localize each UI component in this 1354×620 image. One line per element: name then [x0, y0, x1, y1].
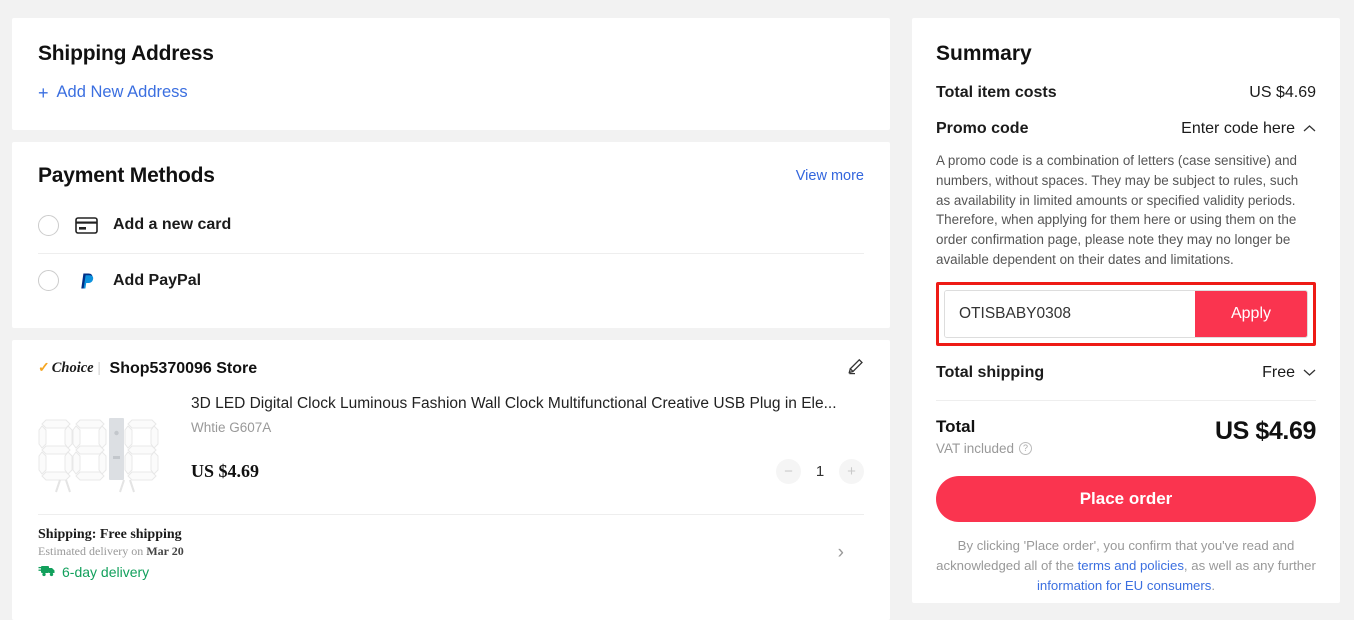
total-item-costs-row: Total item costs US $4.69	[936, 84, 1316, 102]
vat-note: VAT included ?	[936, 441, 1032, 456]
terms-suffix: .	[1211, 578, 1215, 593]
summary-card: Summary Total item costs US $4.69 Promo …	[912, 18, 1340, 603]
choice-badge-label: Choice	[52, 360, 94, 377]
estimated-delivery-date: Mar 20	[146, 544, 183, 558]
vat-label: VAT included	[936, 441, 1014, 456]
payment-methods-header: Payment Methods View more	[38, 164, 864, 188]
quantity-increase-button[interactable]: +	[839, 459, 864, 484]
store-left: ✓ Choice | Shop5370096 Store	[38, 360, 257, 378]
store-name[interactable]: Shop5370096 Store	[110, 360, 258, 378]
apply-promo-button[interactable]: Apply	[1195, 291, 1307, 337]
chevron-down-icon	[1303, 364, 1316, 382]
credit-card-icon	[73, 215, 99, 235]
total-shipping-toggle[interactable]: Free	[1262, 364, 1316, 382]
radio-new-card[interactable]	[38, 215, 59, 236]
summary-title: Summary	[936, 42, 1316, 66]
promo-code-input[interactable]	[945, 291, 1195, 337]
shipping-method: Shipping: Free shipping	[38, 527, 184, 543]
product-price: US $4.69	[191, 461, 259, 482]
product-shipping-row[interactable]: Shipping: Free shipping Estimated delive…	[38, 514, 864, 594]
edit-pencil-icon[interactable]	[847, 358, 864, 380]
choice-badge: ✓ Choice |	[38, 360, 101, 377]
add-new-address-label: Add New Address	[57, 83, 188, 102]
terms-middle: , as well as any further	[1184, 558, 1316, 573]
total-row: Total VAT included ? US $4.69	[936, 417, 1316, 456]
left-column: Shipping Address + Add New Address Payme…	[12, 18, 890, 620]
summary-divider	[936, 400, 1316, 401]
check-icon: ✓	[38, 360, 50, 377]
eu-consumers-link[interactable]: information for EU consumers	[1037, 578, 1211, 593]
plus-icon: +	[38, 84, 49, 102]
product-variant: Whtie G607A	[191, 420, 864, 435]
delivery-speed-label: 6-day delivery	[62, 564, 149, 580]
payment-method-new-card[interactable]: Add a new card	[38, 198, 864, 253]
product-item-row: 3D LED Digital Clock Luminous Fashion Wa…	[38, 386, 864, 500]
promo-code-input-group: Apply	[944, 290, 1308, 338]
payment-method-label: Add a new card	[113, 216, 231, 234]
estimated-delivery: Estimated delivery on Mar 20	[38, 544, 184, 559]
payment-methods-title: Payment Methods	[38, 164, 215, 188]
place-order-button[interactable]: Place order	[936, 476, 1316, 522]
right-column: Summary Total item costs US $4.69 Promo …	[912, 18, 1340, 620]
total-item-costs-value: US $4.69	[1249, 84, 1316, 102]
product-price-row: US $4.69 − 1 +	[191, 459, 864, 484]
checkout-page: Shipping Address + Add New Address Payme…	[0, 0, 1354, 620]
promo-code-highlight-box: Apply	[936, 282, 1316, 346]
terms-and-policies-link[interactable]: terms and policies	[1078, 558, 1184, 573]
delivery-speed: 6-day delivery	[38, 564, 184, 580]
product-info: 3D LED Digital Clock Luminous Fashion Wa…	[191, 386, 864, 500]
shipping-address-title: Shipping Address	[38, 42, 864, 66]
promo-code-description: A promo code is a combination of letters…	[936, 151, 1316, 270]
product-title[interactable]: 3D LED Digital Clock Luminous Fashion Wa…	[191, 394, 864, 415]
total-left: Total VAT included ?	[936, 417, 1032, 456]
quantity-value: 1	[815, 463, 825, 480]
total-shipping-label: Total shipping	[936, 364, 1044, 382]
promo-code-value: Enter code here	[1181, 120, 1295, 138]
help-icon[interactable]: ?	[1019, 442, 1032, 455]
total-value: US $4.69	[1215, 417, 1316, 446]
promo-code-label: Promo code	[936, 120, 1028, 138]
promo-code-row[interactable]: Promo code Enter code here	[936, 120, 1316, 138]
estimated-delivery-prefix: Estimated delivery on	[38, 544, 146, 558]
badge-divider: |	[98, 360, 101, 377]
radio-paypal[interactable]	[38, 270, 59, 291]
total-label: Total	[936, 417, 1032, 437]
payment-methods-list: Add a new card Add PayPal	[38, 198, 864, 308]
total-item-costs-label: Total item costs	[936, 84, 1057, 102]
add-new-address-button[interactable]: + Add New Address	[38, 83, 188, 102]
total-shipping-row[interactable]: Total shipping Free	[936, 364, 1316, 382]
view-more-link[interactable]: View more	[796, 168, 864, 184]
truck-icon	[38, 564, 56, 580]
quantity-decrease-button[interactable]: −	[776, 459, 801, 484]
paypal-icon	[73, 271, 99, 291]
product-thumbnail[interactable]	[38, 400, 173, 500]
total-shipping-value: Free	[1262, 364, 1295, 382]
shipping-address-card: Shipping Address + Add New Address	[12, 18, 890, 130]
payment-methods-card: Payment Methods View more Add a new card	[12, 142, 890, 328]
store-row: ✓ Choice | Shop5370096 Store	[38, 358, 864, 380]
quantity-stepper: − 1 +	[776, 459, 864, 484]
terms-disclaimer: By clicking 'Place order', you confirm t…	[936, 536, 1316, 595]
chevron-up-icon	[1303, 120, 1316, 138]
product-card: ✓ Choice | Shop5370096 Store	[12, 340, 890, 620]
chevron-right-icon[interactable]: ›	[838, 542, 864, 564]
payment-method-label: Add PayPal	[113, 272, 201, 290]
promo-code-toggle[interactable]: Enter code here	[1181, 120, 1316, 138]
payment-method-paypal[interactable]: Add PayPal	[38, 253, 864, 308]
product-shipping-info: Shipping: Free shipping Estimated delive…	[38, 527, 184, 580]
